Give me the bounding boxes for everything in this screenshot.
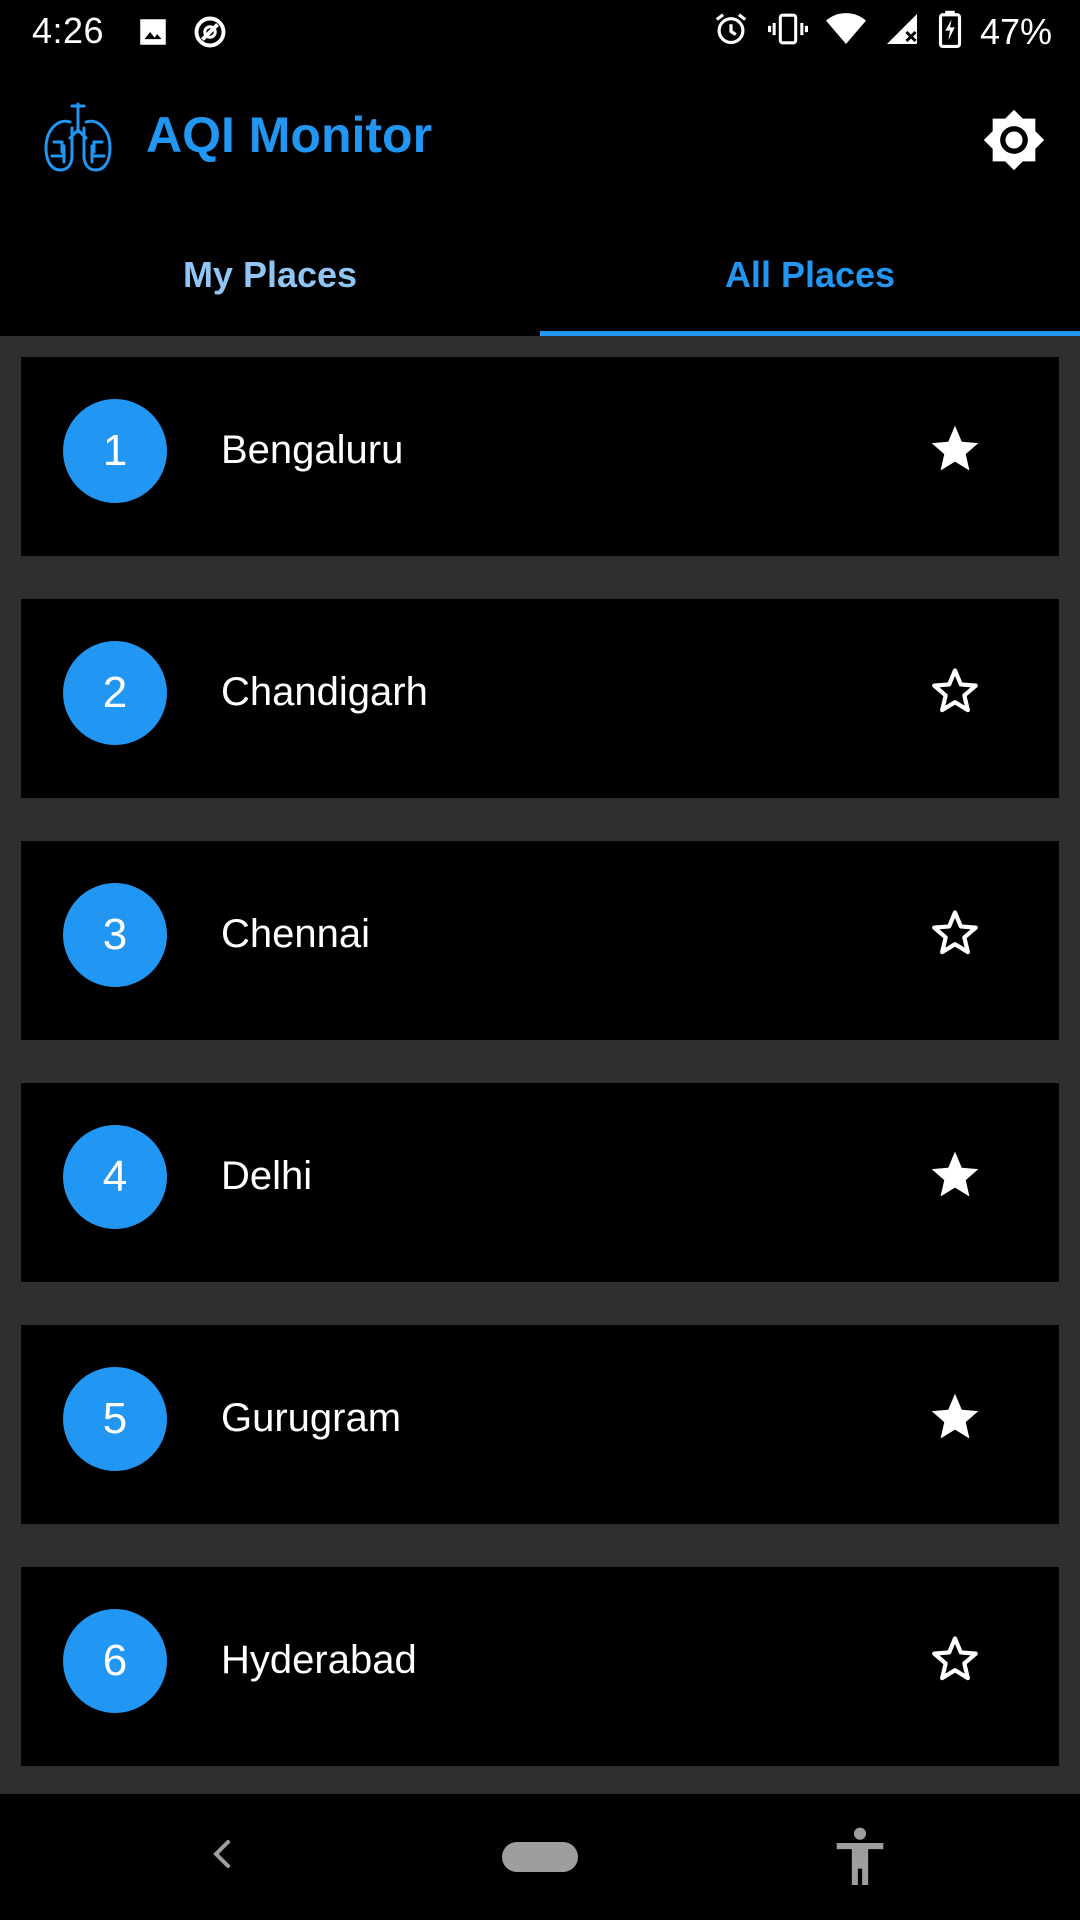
rank-badge: 4 (63, 1125, 167, 1229)
rank-badge: 3 (63, 883, 167, 987)
star-outline-icon (932, 910, 978, 955)
tab-label: All Places (724, 254, 896, 295)
app-title: AQI Monitor (146, 107, 433, 163)
tab-bar: My Places All Places (0, 214, 1080, 336)
favorite-button[interactable] (913, 891, 997, 975)
star-filled-icon (931, 1393, 979, 1439)
favorite-button[interactable] (913, 407, 997, 491)
vibrate-icon (767, 10, 808, 53)
brightness-icon (983, 109, 1045, 171)
rank-badge: 1 (63, 399, 167, 503)
app-bar: AQI Monitor (0, 64, 1080, 214)
place-card[interactable]: 3 Chennai (21, 841, 1059, 1040)
star-outline-icon (932, 1636, 978, 1681)
place-name: Chennai (221, 912, 371, 956)
favorite-button[interactable] (913, 1133, 997, 1217)
status-time: 4:26 (32, 10, 105, 51)
accessibility-icon[interactable] (832, 1826, 888, 1888)
navigation-bar (0, 1794, 1080, 1920)
place-card[interactable]: 5 Gurugram (21, 1325, 1059, 1524)
place-name: Chandigarh (221, 670, 428, 714)
wifi-icon (825, 11, 866, 52)
rank-badge: 2 (63, 641, 167, 745)
favorite-button[interactable] (913, 1617, 997, 1701)
tab-all-places[interactable]: All Places (540, 214, 1080, 336)
data-saver-icon (192, 14, 228, 55)
place-name: Bengaluru (221, 428, 404, 472)
place-card[interactable]: 1 Bengaluru (21, 357, 1059, 556)
star-filled-icon (931, 1151, 979, 1197)
status-left-icons (136, 14, 228, 55)
brightness-settings-button[interactable] (978, 104, 1050, 176)
place-name: Gurugram (221, 1396, 402, 1440)
place-card[interactable]: 6 Hyderabad (21, 1567, 1059, 1766)
home-pill-icon[interactable] (502, 1842, 578, 1872)
rank-badge: 6 (63, 1609, 167, 1713)
place-card[interactable]: 4 Delhi (21, 1083, 1059, 1282)
star-outline-icon (932, 668, 978, 713)
star-filled-icon (931, 425, 979, 471)
cell-signal-icon (884, 11, 920, 52)
image-icon (136, 15, 170, 54)
back-icon[interactable] (196, 1822, 244, 1886)
alarm-icon (712, 10, 750, 53)
lungs-icon (40, 100, 116, 176)
place-name: Hyderabad (221, 1638, 417, 1682)
status-right-icons: 47% (712, 10, 1052, 53)
screen: 4:26 47% AQI Monitor My Places All Place… (0, 0, 1080, 1920)
place-name: Delhi (221, 1154, 313, 1198)
favorite-button[interactable] (913, 1375, 997, 1459)
status-bar: 4:26 47% (0, 0, 1080, 64)
places-list[interactable]: 1 Bengaluru 2 Chandigarh 3 Chennai 4 Del… (0, 336, 1080, 1794)
favorite-button[interactable] (913, 649, 997, 733)
tab-label: My Places (182, 254, 358, 295)
battery-charging-icon (938, 10, 962, 53)
battery-percent: 47% (979, 10, 1052, 52)
rank-badge: 5 (63, 1367, 167, 1471)
tab-my-places[interactable]: My Places (0, 214, 540, 336)
place-card[interactable]: 2 Chandigarh (21, 599, 1059, 798)
